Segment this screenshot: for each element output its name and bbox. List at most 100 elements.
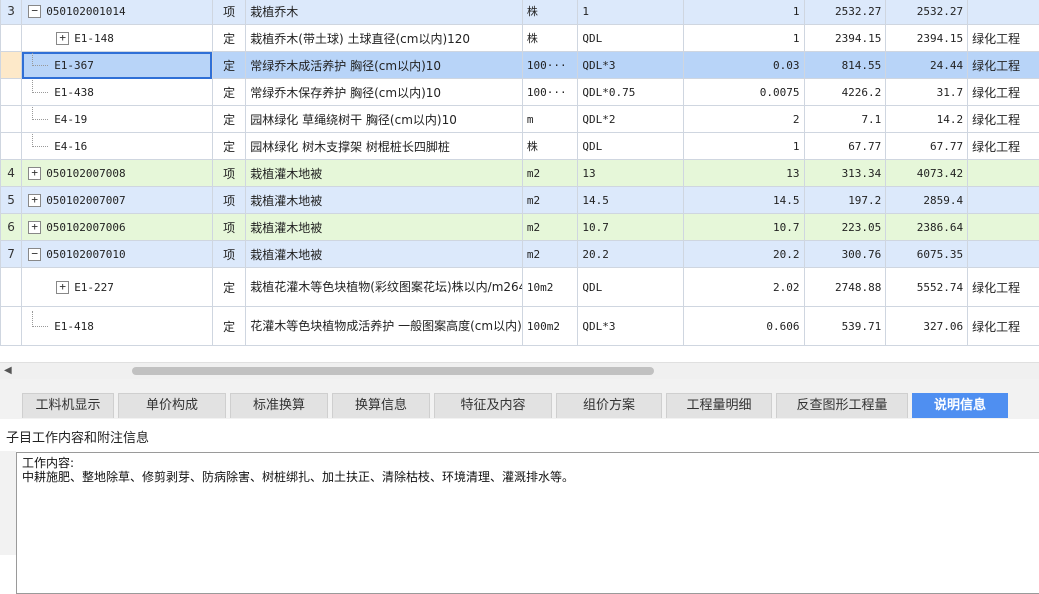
quantity[interactable]: 2.02 [684, 268, 804, 307]
quantity-expression[interactable]: QDL [578, 268, 684, 307]
tab-unit-price[interactable]: 单价构成 [118, 393, 226, 418]
quantity[interactable]: 0.03 [684, 52, 804, 79]
expand-icon[interactable]: + [56, 32, 69, 45]
tab-pricing-plan[interactable]: 组价方案 [556, 393, 662, 418]
code-cell[interactable]: +050102007008 [22, 160, 213, 187]
specialty[interactable]: 绿化工程 [968, 268, 1039, 307]
quantity-expression[interactable]: QDL*3 [578, 52, 684, 79]
expand-icon[interactable]: + [28, 194, 41, 207]
table-row[interactable]: 6+050102007006项栽植灌木地被m210.710.7223.05238… [1, 214, 1039, 241]
item-name[interactable]: 栽植花灌木等色块植物(彩纹图案花坛)株以内/m264 [246, 268, 523, 307]
item-name[interactable]: 花灌木等色块植物成活养护 一般图案高度(cm以内) [246, 307, 523, 346]
item-unit[interactable]: 100··· [522, 79, 578, 106]
code-cell[interactable]: +050102007006 [22, 214, 213, 241]
quantity-expression[interactable]: 13 [578, 160, 684, 187]
quantity[interactable]: 1 [684, 25, 804, 52]
table-row[interactable]: E4-16定园林绿化 树木支撑架 树棍桩长四脚桩株QDL167.7767.77绿… [1, 133, 1039, 160]
code-cell[interactable]: +E1-227 [22, 268, 213, 307]
specialty[interactable] [968, 241, 1039, 268]
item-name[interactable]: 栽植灌木地被 [246, 160, 523, 187]
code-cell[interactable]: −050102001014 [22, 0, 213, 25]
item-unit[interactable]: 株 [522, 0, 578, 25]
item-unit[interactable]: 株 [522, 25, 578, 52]
quantity[interactable]: 20.2 [684, 241, 804, 268]
specialty[interactable] [968, 0, 1039, 25]
collapse-icon[interactable]: − [28, 5, 41, 18]
item-unit[interactable]: 10m2 [522, 268, 578, 307]
specialty[interactable]: 绿化工程 [968, 106, 1039, 133]
specialty[interactable] [968, 160, 1039, 187]
specialty[interactable] [968, 214, 1039, 241]
item-unit[interactable]: m2 [522, 187, 578, 214]
item-name[interactable]: 栽植乔木(带土球) 土球直径(cm以内)120 [246, 25, 523, 52]
quantity-expression[interactable]: QDL [578, 133, 684, 160]
table-row[interactable]: +E1-227定栽植花灌木等色块植物(彩纹图案花坛)株以内/m26410m2QD… [1, 268, 1039, 307]
expand-icon[interactable]: + [56, 281, 69, 294]
item-unit[interactable]: m2 [522, 160, 578, 187]
quantity-expression[interactable]: 20.2 [578, 241, 684, 268]
item-unit[interactable]: m [522, 106, 578, 133]
scroll-left-icon[interactable]: ◀ [4, 365, 12, 376]
item-name[interactable]: 园林绿化 草绳绕树干 胸径(cm以内)10 [246, 106, 523, 133]
item-unit[interactable]: 100m2 [522, 307, 578, 346]
code-cell[interactable]: E1-367 [22, 52, 213, 79]
scrollbar-thumb[interactable] [132, 367, 654, 375]
specialty[interactable]: 绿化工程 [968, 307, 1039, 346]
tab-standard-conversion[interactable]: 标准换算 [230, 393, 328, 418]
table-row[interactable]: 3−050102001014项栽植乔木株112532.272532.27 [1, 0, 1039, 25]
specialty[interactable]: 绿化工程 [968, 133, 1039, 160]
tab-material-display[interactable]: 工料机显示 [22, 393, 114, 418]
tab-conversion-info[interactable]: 换算信息 [332, 393, 430, 418]
expand-icon[interactable]: + [28, 167, 41, 180]
table-row[interactable]: E1-438定常绿乔木保存养护 胸径(cm以内)10100···QDL*0.75… [1, 79, 1039, 106]
tab-quantity-detail[interactable]: 工程量明细 [666, 393, 772, 418]
item-unit[interactable]: m2 [522, 214, 578, 241]
quantity-expression[interactable]: QDL*2 [578, 106, 684, 133]
specialty[interactable]: 绿化工程 [968, 52, 1039, 79]
specialty[interactable]: 绿化工程 [968, 25, 1039, 52]
item-name[interactable]: 栽植灌木地被 [246, 241, 523, 268]
item-name[interactable]: 栽植灌木地被 [246, 187, 523, 214]
item-unit[interactable]: 株 [522, 133, 578, 160]
table-row[interactable]: E1-418定花灌木等色块植物成活养护 一般图案高度(cm以内)100m2QDL… [1, 307, 1039, 346]
table-row[interactable]: 5+050102007007项栽植灌木地被m214.514.5197.22859… [1, 187, 1039, 214]
quantity[interactable]: 0.0075 [684, 79, 804, 106]
quantity[interactable]: 2 [684, 106, 804, 133]
expand-icon[interactable]: + [28, 221, 41, 234]
table-row[interactable]: E1-367定常绿乔木成活养护 胸径(cm以内)10100···QDL*30.0… [1, 52, 1039, 79]
quantity[interactable]: 14.5 [684, 187, 804, 214]
quantity-expression[interactable]: QDL*3 [578, 307, 684, 346]
quantity-expression[interactable]: QDL [578, 25, 684, 52]
specialty[interactable]: 绿化工程 [968, 79, 1039, 106]
item-name[interactable]: 栽植灌木地被 [246, 214, 523, 241]
tab-features[interactable]: 特征及内容 [434, 393, 552, 418]
quantity-expression[interactable]: 10.7 [578, 214, 684, 241]
item-name[interactable]: 常绿乔木保存养护 胸径(cm以内)10 [246, 79, 523, 106]
quantity-expression[interactable]: 14.5 [578, 187, 684, 214]
table-row[interactable]: 7−050102007010项栽植灌木地被m220.220.2300.76607… [1, 241, 1039, 268]
code-cell[interactable]: E1-418 [22, 307, 213, 346]
quantity[interactable]: 0.606 [684, 307, 804, 346]
quantity[interactable]: 13 [684, 160, 804, 187]
item-name[interactable]: 栽植乔木 [246, 0, 523, 25]
table-row[interactable]: 4+050102007008项栽植灌木地被m21313313.344073.42 [1, 160, 1039, 187]
tab-description[interactable]: 说明信息 [912, 393, 1008, 418]
code-cell[interactable]: +050102007007 [22, 187, 213, 214]
item-name[interactable]: 园林绿化 树木支撑架 树棍桩长四脚桩 [246, 133, 523, 160]
item-unit[interactable]: m2 [522, 241, 578, 268]
table-row[interactable]: E4-19定园林绿化 草绳绕树干 胸径(cm以内)10mQDL*227.114.… [1, 106, 1039, 133]
quantity[interactable]: 1 [684, 0, 804, 25]
collapse-icon[interactable]: − [28, 248, 41, 261]
quantity[interactable]: 1 [684, 133, 804, 160]
tab-reverse-quantity[interactable]: 反查图形工程量 [776, 393, 908, 418]
table-row[interactable]: +E1-148定栽植乔木(带土球) 土球直径(cm以内)120株QDL12394… [1, 25, 1039, 52]
code-cell[interactable]: −050102007010 [22, 241, 213, 268]
quantity-expression[interactable]: QDL*0.75 [578, 79, 684, 106]
description-textarea[interactable]: 工作内容: 中耕施肥、整地除草、修剪剥芽、防病除害、树桩绑扎、加土扶正、清除枯枝… [16, 452, 1039, 594]
quantity-expression[interactable]: 1 [578, 0, 684, 25]
quantity[interactable]: 10.7 [684, 214, 804, 241]
item-name[interactable]: 常绿乔木成活养护 胸径(cm以内)10 [246, 52, 523, 79]
item-unit[interactable]: 100··· [522, 52, 578, 79]
code-cell[interactable]: E4-16 [22, 133, 213, 160]
specialty[interactable] [968, 187, 1039, 214]
